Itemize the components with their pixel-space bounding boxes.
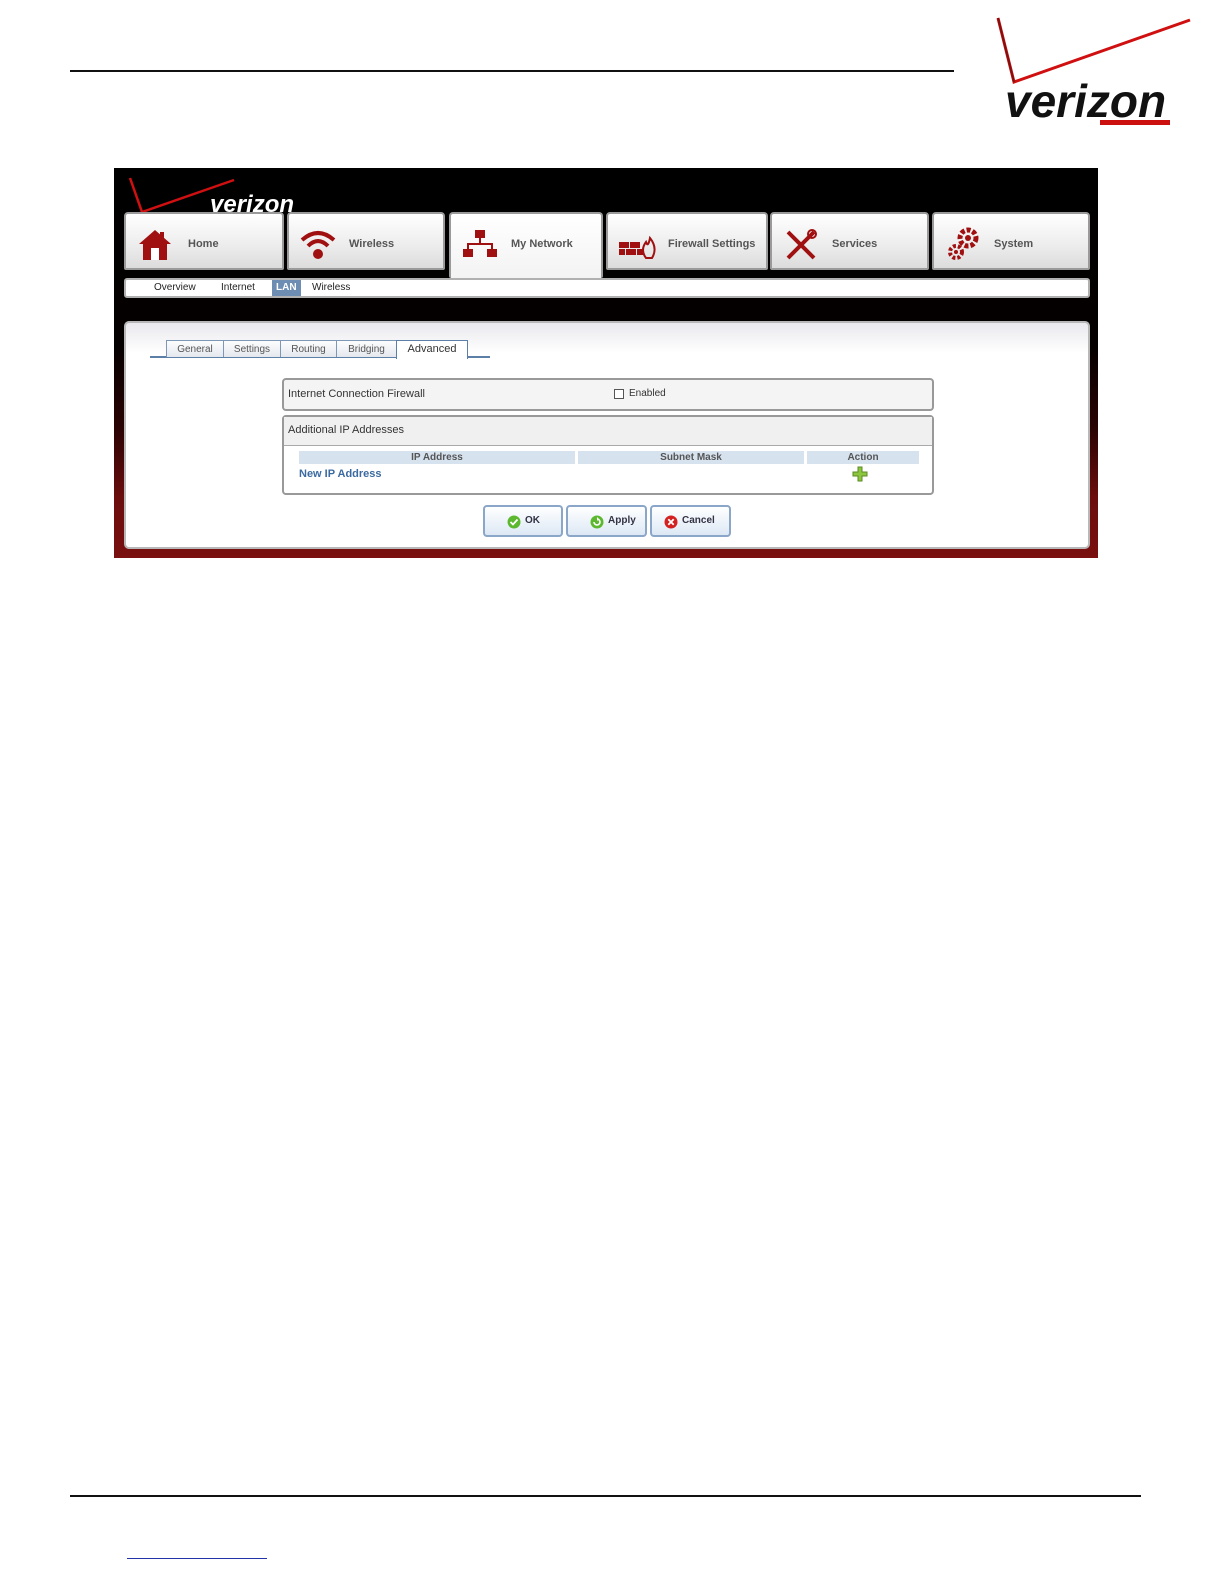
main-tab-label: Services <box>832 238 878 250</box>
cancel-x-icon <box>664 515 678 529</box>
tools-icon <box>786 229 817 260</box>
home-icon <box>139 230 171 260</box>
network-icon <box>463 230 497 257</box>
tab-settings[interactable]: Settings <box>223 340 281 357</box>
apply-button-label: Apply <box>608 515 636 526</box>
main-tab-label: My Network <box>511 238 573 250</box>
header-rule <box>70 70 954 72</box>
main-tab-system[interactable]: System <box>932 212 1090 270</box>
verizon-logo: verizon <box>996 17 1191 127</box>
gears-icon <box>948 227 979 260</box>
subnav-wireless[interactable]: Wireless <box>312 280 350 296</box>
column-subnet-mask: Subnet Mask <box>578 451 804 464</box>
subnav-overview[interactable]: Overview <box>154 280 196 296</box>
main-tab-label: Wireless <box>349 238 395 250</box>
sub-navigation: Overview Internet LAN Wireless <box>124 278 1090 298</box>
column-action: Action <box>807 451 919 464</box>
apply-button[interactable]: Apply <box>566 505 647 537</box>
firewall-panel: Internet Connection Firewall Enabled <box>282 378 934 411</box>
ok-button[interactable]: OK <box>483 505 563 537</box>
tab-routing[interactable]: Routing <box>280 340 337 357</box>
cancel-button[interactable]: Cancel <box>650 505 731 537</box>
wifi-icon <box>300 231 336 259</box>
check-icon <box>507 515 521 529</box>
subnav-internet[interactable]: Internet <box>221 280 255 296</box>
firewall-title: Internet Connection Firewall <box>288 388 425 400</box>
additional-ip-panel: Additional IP Addresses IP Address Subne… <box>282 415 934 495</box>
main-tab-label: System <box>994 238 1034 250</box>
subnav-lan[interactable]: LAN <box>272 280 301 296</box>
apply-icon <box>590 515 604 529</box>
tab-general[interactable]: General <box>166 340 224 357</box>
firewall-icon <box>619 235 656 259</box>
footer-rule <box>70 1495 1141 1497</box>
router-ui-screenshot: verizon Home Wireless My Network Firewal… <box>114 168 1098 558</box>
column-ip-address: IP Address <box>299 451 575 464</box>
additional-ip-title: Additional IP Addresses <box>288 424 404 436</box>
main-tab-my-network[interactable]: My Network <box>449 212 603 278</box>
main-tab-home[interactable]: Home <box>124 212 284 270</box>
main-tab-label: Firewall Settings <box>668 238 756 250</box>
main-tab-services[interactable]: Services <box>770 212 929 270</box>
main-tab-label: Home <box>188 238 219 250</box>
firewall-enabled-label: Enabled <box>629 388 666 399</box>
new-ip-address-link[interactable]: New IP Address <box>299 468 382 480</box>
main-tab-firewall-settings[interactable]: Firewall Settings <box>606 212 768 270</box>
verizon-logo-text: verizon <box>1005 75 1166 127</box>
tab-advanced[interactable]: Advanced <box>396 340 468 359</box>
ip-table-header: IP Address Subnet Mask Action <box>299 451 919 464</box>
tab-bridging[interactable]: Bridging <box>336 340 397 357</box>
footer-link-underline[interactable] <box>127 1558 267 1559</box>
ok-button-label: OK <box>525 515 540 526</box>
cancel-button-label: Cancel <box>682 515 715 526</box>
firewall-enabled-checkbox[interactable] <box>614 389 624 399</box>
add-plus-icon[interactable] <box>852 466 868 482</box>
main-tab-wireless[interactable]: Wireless <box>287 212 445 270</box>
